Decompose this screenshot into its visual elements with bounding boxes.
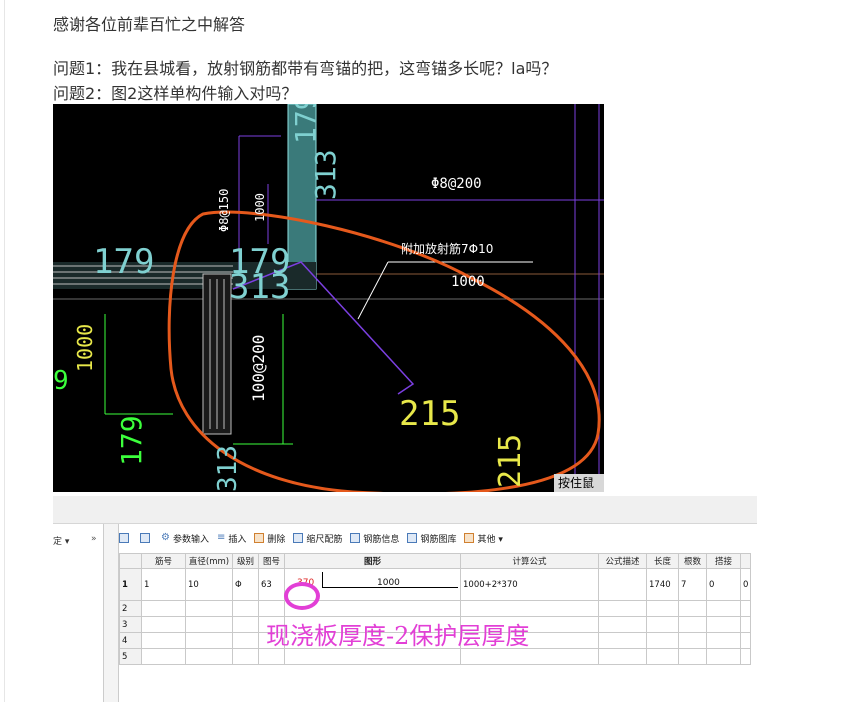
row-index[interactable]: 1 xyxy=(119,568,142,601)
cad-label-215-a: 215 xyxy=(399,394,461,434)
library-icon xyxy=(407,533,418,543)
table-row[interactable]: 1 1 10 Φ 63 370 1000 1000+2*370 1740 7 0… xyxy=(119,568,752,601)
cad-label-313-a: 313 xyxy=(229,267,291,307)
highlight-circle xyxy=(284,582,320,610)
cad-label-179-a: 179 xyxy=(93,242,155,282)
col-header-formula-desc: 公式描述 xyxy=(598,553,647,569)
rebar-toolbar: ⚙ 参数输入 ≡ 插入 删除 缩尺配筋 钢筋信息 钢筋图库 其他 ▾ xyxy=(119,530,511,546)
other-menu-button[interactable]: 其他 ▾ xyxy=(464,532,503,545)
other-icon xyxy=(464,533,475,543)
cad-label-9: 9 xyxy=(53,366,69,396)
col-header-bar-no: 筋号 xyxy=(141,553,186,569)
cell-grade[interactable]: Φ xyxy=(232,568,259,601)
cell-lap[interactable]: 0 xyxy=(706,568,741,601)
col-header-formula: 计算公式 xyxy=(460,553,599,569)
col-header-length: 长度 xyxy=(646,553,679,569)
col-header xyxy=(739,553,752,569)
ruler-icon xyxy=(293,533,304,543)
delete-label: 删除 xyxy=(267,534,286,545)
param-input-label: 参数输入 xyxy=(172,534,209,545)
cell-diameter[interactable]: 10 xyxy=(185,568,233,601)
cad-label-radial: 附加放射筋7Φ10 xyxy=(401,242,494,256)
left-panel-dropdown[interactable]: 定 ▾ xyxy=(53,534,69,547)
left-panel: 定 ▾ » xyxy=(53,524,104,702)
cad-label-1000-left: 1000 xyxy=(73,323,97,372)
cell-extra[interactable]: 0 xyxy=(739,568,752,601)
cad-label-1000: 1000 xyxy=(451,274,485,290)
cad-label-215-b: 215 xyxy=(493,433,528,488)
cad-label-phi150: Φ8@150 xyxy=(217,188,231,232)
move-down-button[interactable] xyxy=(140,533,153,543)
col-header-grade: 级别 xyxy=(232,553,259,569)
panel-splitter[interactable] xyxy=(104,524,119,702)
col-header-count: 根数 xyxy=(678,553,707,569)
rebar-library-label: 钢筋图库 xyxy=(420,534,457,545)
rebar-info-label: 钢筋信息 xyxy=(363,534,400,545)
row-index[interactable]: 4 xyxy=(119,632,142,649)
insert-label: 插入 xyxy=(228,534,247,545)
scale-rebar-label: 缩尺配筋 xyxy=(306,534,343,545)
table-row[interactable]: 2 xyxy=(119,600,752,617)
cad-label-179-c: 179 xyxy=(289,104,322,144)
col-header-fig-no: 图号 xyxy=(258,553,285,569)
cad-label-313-c: 313 xyxy=(213,445,243,492)
cad-label-179-d: 179 xyxy=(115,415,148,466)
screenshot-top-bar xyxy=(53,496,757,524)
cad-label-1000-v: 1000 xyxy=(253,193,267,222)
insert-icon: ≡ xyxy=(216,532,226,543)
cell-bar-no[interactable]: 1 xyxy=(141,568,186,601)
post-line-1: 感谢各位前辈百忙之中解答 xyxy=(53,15,246,34)
param-input-button[interactable]: ⚙ 参数输入 xyxy=(161,532,209,545)
arrow-down-icon xyxy=(140,533,150,543)
arrow-up-icon xyxy=(119,533,129,543)
cell-formula-desc[interactable] xyxy=(598,568,647,601)
move-up-button[interactable] xyxy=(119,533,132,543)
cell-length[interactable]: 1740 xyxy=(646,568,679,601)
cad-label-313-b: 313 xyxy=(309,149,342,200)
document-icon xyxy=(350,533,361,543)
delete-icon xyxy=(254,533,265,543)
row-index[interactable]: 2 xyxy=(119,600,142,617)
expand-arrow-icon[interactable]: » xyxy=(91,534,97,544)
cell-fig-no[interactable]: 63 xyxy=(258,568,285,601)
cell-formula[interactable]: 1000+2*370 xyxy=(460,568,599,601)
row-index[interactable]: 3 xyxy=(119,616,142,633)
cad-drawing-image: Φ8@200 附加放射筋7Φ10 1000 179 179 313 179 31… xyxy=(53,104,604,492)
shape-hook-line xyxy=(322,572,323,588)
scale-rebar-button[interactable]: 缩尺配筋 xyxy=(293,532,342,545)
table-header-row: 筋号 直径(mm) 级别 图号 图形 计算公式 公式描述 长度 根数 搭接 xyxy=(119,553,752,569)
left-border xyxy=(4,0,5,702)
cad-label-rebar: Φ8@200 xyxy=(431,176,482,192)
cad-label-100-200: 100@200 xyxy=(249,334,268,402)
param-icon: ⚙ xyxy=(161,532,170,543)
annotation-text: 现浇板厚度-2保护层厚度 xyxy=(266,622,530,650)
post-line-2: 问题1：我在县城看，放射钢筋都带有弯锚的把，这弯锚多长呢？la吗？ xyxy=(53,59,558,78)
shape-main-length[interactable]: 1000 xyxy=(377,578,400,588)
col-header-diameter: 直径(mm) xyxy=(185,553,233,569)
rebar-library-button[interactable]: 钢筋图库 xyxy=(407,532,456,545)
col-header xyxy=(119,553,142,569)
cad-tooltip: 按住鼠 xyxy=(554,474,604,492)
post-line-3: 问题2：图2这样单构件输入对吗？ xyxy=(53,84,298,103)
rebar-info-button[interactable]: 钢筋信息 xyxy=(350,532,399,545)
row-index[interactable]: 5 xyxy=(119,648,142,665)
delete-button[interactable]: 删除 xyxy=(254,532,285,545)
insert-button[interactable]: ≡ 插入 xyxy=(217,532,246,545)
cell-count[interactable]: 7 xyxy=(678,568,707,601)
other-menu-label: 其他 ▾ xyxy=(477,534,503,545)
software-screenshot: 定 ▾ » ⚙ 参数输入 ≡ 插入 删除 缩尺配筋 钢筋信息 钢筋图库 其他 ▾ 筋… xyxy=(53,496,757,702)
col-header-shape: 图形 xyxy=(284,553,461,569)
col-header-lap: 搭接 xyxy=(706,553,741,569)
